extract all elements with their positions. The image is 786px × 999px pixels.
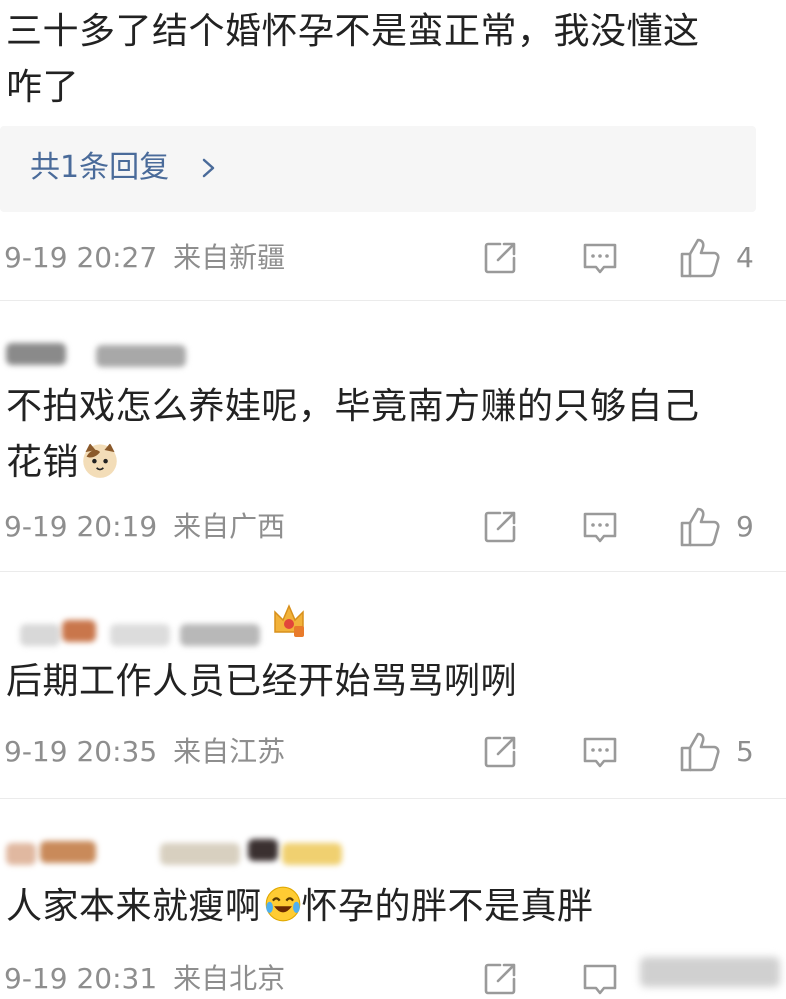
comment-time: 9-19 20:19	[4, 510, 158, 543]
comment-4-text-line1: 人家本来就瘦啊 怀孕的胖不是真胖	[6, 879, 776, 935]
comment-2-text-line2-label: 花销	[6, 442, 80, 483]
comment-4-text: 人家本来就瘦啊 怀孕的胖不是真胖	[6, 879, 776, 935]
comment-4-text-part2: 怀孕的胖不是真胖	[301, 886, 594, 927]
like-count: 9	[736, 510, 754, 543]
comment-location: 来自江苏	[173, 735, 286, 768]
comment-location: 来自广西	[173, 510, 286, 543]
comment-icon[interactable]	[580, 238, 620, 278]
thumbs-up-icon[interactable]	[678, 505, 722, 549]
comment-1-text-line1: 三十多了结个婚怀孕不是蛮正常，我没懂这	[6, 11, 700, 52]
comment-1-text: 三十多了结个婚怀孕不是蛮正常，我没懂这 咋了	[6, 4, 776, 116]
comment-3-text-line1: 后期工作人员已经开始骂骂咧咧	[6, 661, 518, 702]
reply-thread-button[interactable]: 共1条回复	[0, 126, 756, 212]
comment-3-text: 后期工作人员已经开始骂骂咧咧	[6, 654, 776, 710]
like-count: 5	[736, 735, 754, 768]
comment-time: 9-19 20:31	[4, 962, 158, 995]
comment-2-text-line2: 花销	[6, 435, 776, 491]
comment-3: 后期工作人员已经开始骂骂咧咧 9-19 20:35 来自江苏 5	[0, 572, 786, 798]
comment-location: 来自新疆	[173, 241, 286, 274]
thumbs-up-icon[interactable]	[678, 236, 722, 280]
comment-1-text-line2: 咋了	[6, 67, 80, 108]
comment-icon[interactable]	[580, 507, 620, 547]
comment-time: 9-19 20:27	[4, 241, 158, 274]
comment-2-text-line1: 不拍戏怎么养娃呢，毕竟南方赚的只够自己	[6, 386, 700, 427]
comment-icon[interactable]	[580, 732, 620, 772]
share-icon[interactable]	[480, 959, 520, 999]
comment-4: 人家本来就瘦啊 怀孕的胖不是真胖 9-19 20:31 来自北京	[0, 799, 786, 995]
share-icon[interactable]	[480, 732, 520, 772]
crown-badge-icon	[274, 604, 304, 637]
share-icon[interactable]	[480, 238, 520, 278]
comment-2-meta: 9-19 20:19 来自广西	[4, 507, 285, 547]
reply-count-label: 共1条回复	[30, 150, 170, 185]
chevron-right-icon	[202, 158, 215, 178]
comment-1-meta: 9-19 20:27 来自新疆	[4, 238, 285, 278]
comment-3-meta: 9-19 20:35 来自江苏	[4, 732, 285, 772]
laugh-cry-emoji-icon	[265, 886, 300, 922]
share-icon[interactable]	[480, 507, 520, 547]
comment-time: 9-19 20:35	[4, 735, 158, 768]
comment-location: 来自北京	[173, 962, 286, 995]
comment-1: 三十多了结个婚怀孕不是蛮正常，我没懂这 咋了 共1条回复 9-19 20:27 来…	[0, 0, 786, 300]
thumbs-up-icon[interactable]	[678, 730, 722, 774]
comment-4-text-part1: 人家本来就瘦啊	[6, 886, 262, 927]
like-count: 4	[736, 241, 754, 274]
cat-emoji-icon	[83, 443, 117, 478]
comment-2-text: 不拍戏怎么养娃呢，毕竟南方赚的只够自己 花销	[6, 379, 776, 491]
comment-icon[interactable]	[580, 959, 620, 999]
thumbs-up-area-blurred[interactable]	[640, 957, 780, 987]
comment-4-meta: 9-19 20:31 来自北京	[4, 959, 285, 999]
comment-2: 不拍戏怎么养娃呢，毕竟南方赚的只够自己 花销 9-19 20:19 来自广西 9	[0, 301, 786, 571]
